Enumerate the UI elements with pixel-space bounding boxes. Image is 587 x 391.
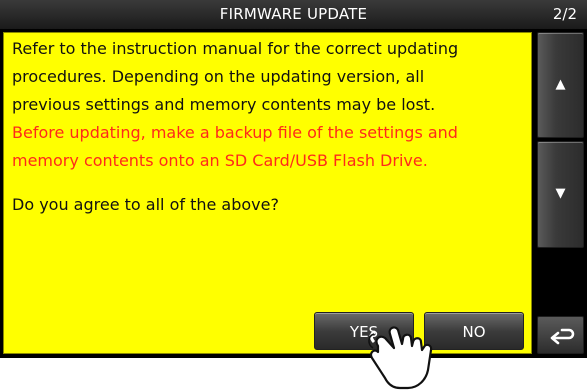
screen-title: FIRMWARE UPDATE (219, 5, 368, 23)
warning-line-2: memory contents onto an SD Card/USB Flas… (12, 151, 428, 170)
confirmation-question: Do you agree to all of the above? (12, 195, 279, 214)
pointing-hand-icon (368, 326, 433, 390)
up-arrow-icon: ▲ (555, 77, 566, 92)
warning-line-1: Before updating, make a backup file of t… (12, 123, 458, 142)
radio-display: FIRMWARE UPDATE 2/2 Refer to the instruc… (0, 0, 587, 358)
message-line-2: procedures. Depending on the updating ve… (12, 67, 425, 86)
scroll-up-button[interactable]: ▲ (537, 32, 584, 138)
message-line-3: previous settings and memory contents ma… (12, 95, 436, 114)
message-line-1: Refer to the instruction manual for the … (12, 39, 459, 58)
scroll-down-button[interactable]: ▼ (537, 141, 584, 248)
message-panel: Refer to the instruction manual for the … (3, 32, 532, 354)
title-bar: FIRMWARE UPDATE 2/2 (0, 0, 587, 29)
down-arrow-icon: ▼ (555, 186, 566, 201)
back-button[interactable] (537, 316, 584, 354)
page-indicator: 2/2 (552, 5, 577, 23)
return-arrow-icon (550, 328, 575, 345)
